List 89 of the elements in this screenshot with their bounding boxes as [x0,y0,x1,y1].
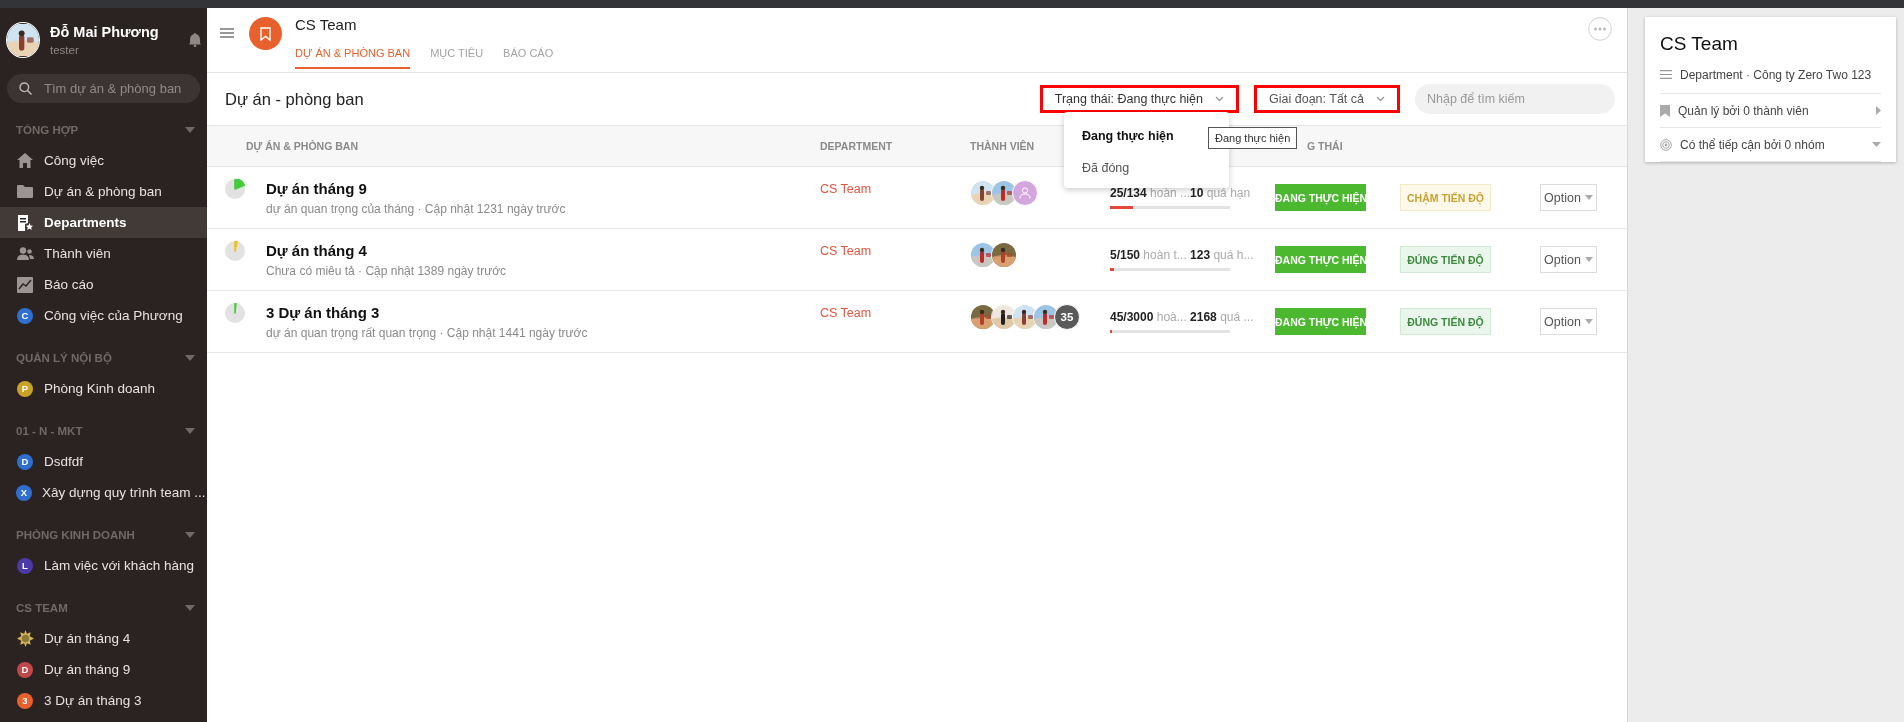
progress-text: 45/3000 hoà... 2168 quá ... [1110,310,1255,324]
bookmark-icon [260,26,271,41]
progress-pie-icon [225,303,245,323]
card-subtitle: Department · Công ty Zero Two 123 [1680,67,1872,84]
sidebar-item[interactable]: L Làm việc với khách hàng [0,550,207,581]
option-button[interactable]: Option [1540,246,1597,273]
column-header: DEPARTMENT [820,140,894,152]
section-heading: TỔNG HỢP [16,123,79,136]
sidebar-item[interactable]: D Dsdfdf [0,446,207,477]
caret-icon [185,427,195,434]
people-icon [16,247,34,260]
user-name: Đỗ Mai Phương [50,24,160,40]
member-count: 35 [1054,304,1080,330]
menu-icon [1660,70,1672,79]
sidebar-item[interactable]: Công việc [0,145,207,176]
chart-icon [17,276,33,293]
letter-badge: L [17,557,33,574]
sidebar-item[interactable]: Departments [0,207,207,238]
sidebar-item[interactable]: C Công việc của Phương [0,300,207,331]
section-heading: 01 - N - MKT [16,424,83,437]
project-title[interactable]: Dự án tháng 9 [266,179,820,197]
page-title: Dự án - phòng ban [225,89,365,109]
sidebar-item[interactable]: P Phòng Kinh doanh [0,373,207,404]
sidebar-item[interactable]: D Dự án tháng 9 [0,654,207,685]
progress-text: 5/150 hoàn t... 123 quá h... [1110,248,1255,262]
folder-icon [17,185,33,198]
column-header: THÀNH VIÊN [970,140,1036,152]
letter-badge: X [16,484,32,501]
pace-badge: CHẬM TIẾN ĐỘ [1400,184,1491,211]
tab[interactable]: DỰ ÁN & PHÒNG BAN [295,47,411,69]
caret-icon [1584,257,1593,262]
filter-dropdown[interactable]: Giai đoạn: Tất cả [1254,85,1400,113]
column-header: G THÁI [1306,140,1343,152]
department-link[interactable]: CS Team [820,182,970,196]
sidebar-item[interactable]: X Xây dựng quy trình team ... [0,477,207,508]
bell-icon[interactable] [189,33,201,47]
letter-badge: C [17,307,33,324]
sun-icon [16,630,34,647]
department-link[interactable]: CS Team [820,306,970,320]
menu-icon[interactable] [220,28,234,38]
letter-badge: D [17,453,33,470]
menu-item[interactable]: Đã đóng [1064,152,1229,184]
option-button[interactable]: Option [1540,308,1597,335]
letter-badge: P [17,380,33,397]
section-heading: PHÒNG KINH DOANH [16,528,135,541]
caret-icon [185,126,195,133]
team-title: CS Team [295,16,358,34]
section-heading: CS TEAM [16,601,68,614]
column-header: DỰ ÁN & PHÒNG BAN [246,140,359,152]
more-icon[interactable] [1588,17,1612,41]
search-field[interactable]: Nhập để tìm kiếm [1415,84,1615,114]
caret-icon [1584,195,1593,200]
section-heading: QUẢN LÝ NỘI BỘ [16,351,112,364]
person-icon [1019,187,1031,199]
caret-icon [1584,319,1593,324]
target-icon [1660,138,1672,151]
project-title[interactable]: Dự án tháng 4 [266,241,820,259]
caret-icon [185,531,195,538]
pace-badge: ĐÚNG TIẾN ĐỘ [1400,308,1491,335]
chevron-down-icon [1376,96,1385,102]
caret-icon [185,354,195,361]
sidebar-item[interactable]: Báo cáo [0,269,207,300]
sidebar-item[interactable]: Thành viên [0,238,207,269]
department-link[interactable]: CS Team [820,244,970,258]
progress-text: 25/134 hoàn ...10 quá hạn [1110,186,1252,200]
caret-icon [185,604,195,611]
document-star-icon [17,214,33,231]
info-row[interactable]: Quản lý bởi 0 thành viên [1660,94,1881,128]
project-description: dự án quan trọng rất quan trọng · Cập nhật 1441 ngày trước [266,325,589,340]
info-row[interactable]: Có thể tiếp cận bởi 0 nhóm [1660,128,1881,162]
bookmark-icon [1660,104,1670,117]
project-description: Chưa có miêu tả · Cập nhật 1389 ngày trước [266,263,508,278]
project-description: dự án quan trọng của tháng · Cập nhật 1231 ngày trước [266,201,567,216]
letter-badge: 3 [17,692,33,709]
progress-pie-icon [225,241,245,261]
home-icon [17,153,33,168]
sidebar-item[interactable]: 3 3 Dự án tháng 3 [0,685,207,716]
letter-badge: D [17,661,33,678]
search-field[interactable]: Tìm dự án & phòng ban [7,74,200,103]
user-role: tester [50,44,80,56]
sidebar-item[interactable]: Dự án tháng 4 [0,623,207,654]
option-button[interactable]: Option [1540,184,1597,211]
project-title[interactable]: 3 Dự án tháng 3 [266,303,820,321]
sidebar-item[interactable]: Dự án & phòng ban [0,176,207,207]
chevron-down-icon [1215,96,1225,102]
progress-pie-icon [225,179,245,199]
tooltip: Đang thực hiện [1208,127,1298,149]
pace-badge: ĐÚNG TIẾN ĐỘ [1400,246,1491,273]
card-title: CS Team [1660,33,1739,55]
